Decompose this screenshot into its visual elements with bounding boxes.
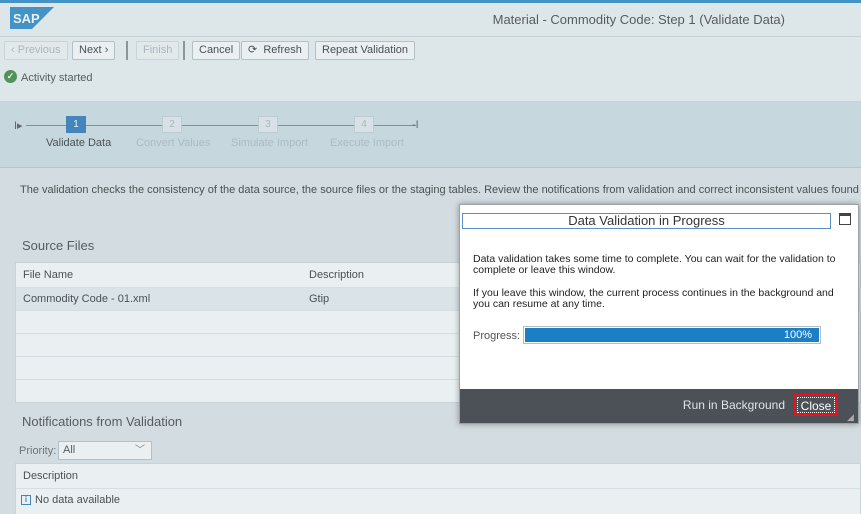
progress-percent: 100% (783, 329, 812, 341)
dialog-paragraph-2: If you leave this window, the current pr… (473, 287, 834, 310)
close-button-label: Close (797, 397, 835, 413)
progress-bar-fill (525, 328, 819, 342)
close-button[interactable]: Close (794, 394, 838, 416)
maximize-icon[interactable] (839, 213, 851, 225)
progress-label: Progress: (473, 330, 521, 342)
progress-bar: 100% (523, 326, 821, 344)
resize-handle-icon[interactable]: ◢ (847, 412, 857, 422)
run-in-background-button[interactable]: Run in Background (683, 398, 785, 412)
dialog-title: Data Validation in Progress (462, 213, 831, 229)
dialog-footer: Run in Background Close ◢ (460, 389, 858, 423)
validation-progress-dialog: Data Validation in Progress Data validat… (459, 204, 859, 424)
dialog-paragraph-1: Data validation takes some time to compl… (473, 253, 836, 276)
